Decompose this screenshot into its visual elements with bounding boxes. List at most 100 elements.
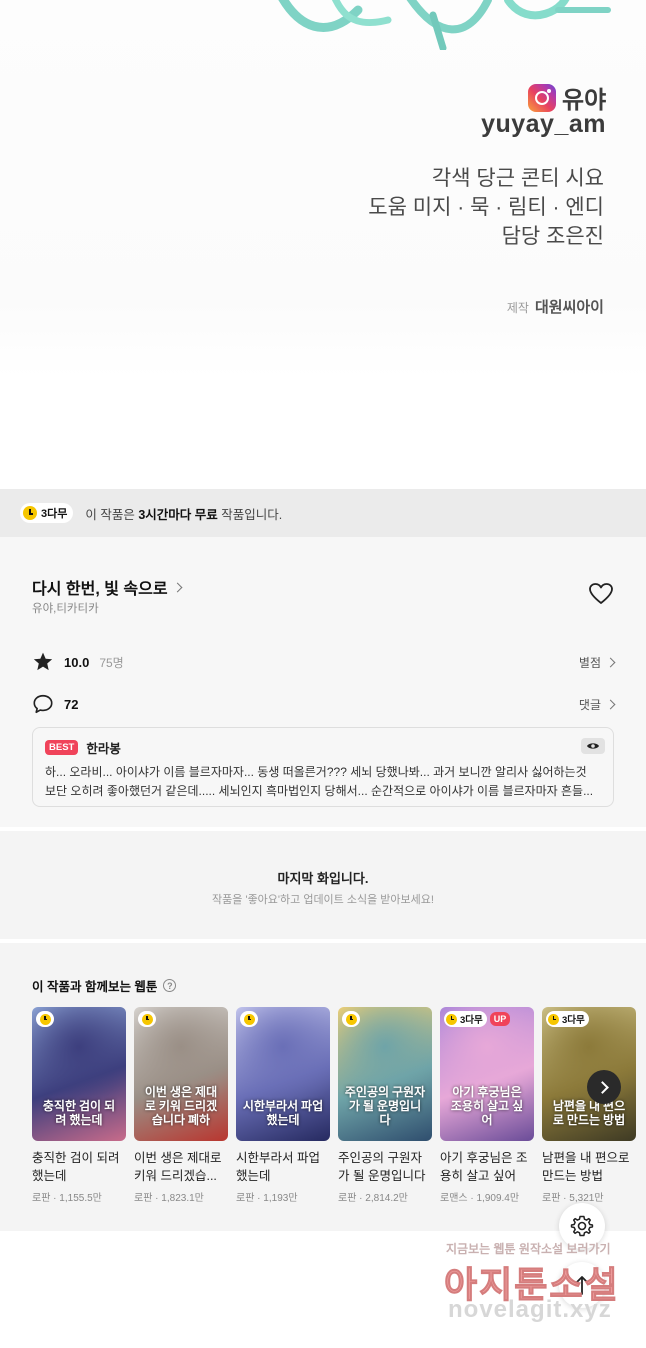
recommendation-meta: 로판 · 2,814.2만 <box>338 1189 432 1204</box>
meta-separator: · <box>356 1193 366 1204</box>
watermark-bottom: novelagit.xyz <box>448 1296 612 1323</box>
recommendations-section: 이 작품과 함께보는 웹툰 ? 충직한 검이 되려 했는데충직한 검이 되려 했… <box>0 943 646 1231</box>
recommendation-cover[interactable]: 3다무 UP 아기 후궁님은 조용히 살고 싶어 <box>440 1007 534 1141</box>
work-title-link[interactable]: 다시 한번, 빛 속으로 <box>32 575 182 599</box>
notice-highlight: 3시간마다 무료 <box>138 507 218 522</box>
recommendation-card[interactable]: 이번 생은 제대로 키워 드리겠습니다 폐하이번 생은 제대로 키워 드리겠습.… <box>134 1007 228 1204</box>
recommendation-cover[interactable]: 3다무남편을 내 편으로 만드는 방법 <box>542 1007 636 1141</box>
recommendation-meta: 로판 · 1,193만 <box>236 1189 330 1204</box>
clock-icon <box>39 1013 51 1025</box>
cover-title-art: 시한부라서 파업했는데 <box>242 1099 324 1127</box>
rating-link[interactable]: 별점 <box>579 654 616 671</box>
recommendation-card[interactable]: 충직한 검이 되려 했는데 충직한 검이 되려 했는데 로판 · 1,155.5만 <box>32 1007 126 1204</box>
clock-icon <box>446 1013 457 1025</box>
recommendation-genre: 로판 <box>338 1193 357 1204</box>
chevron-right-icon <box>596 1080 609 1094</box>
spoiler-toggle-button[interactable] <box>581 738 605 754</box>
cover-badges: 3다무 UP <box>444 1011 511 1027</box>
heart-icon[interactable] <box>588 582 614 606</box>
rating-link-label[interactable]: 별점 <box>579 654 601 671</box>
recommendation-views: 2,814.2만 <box>365 1193 408 1204</box>
instagram-id: yuyay_am <box>481 110 606 138</box>
recommendation-cover[interactable]: 주인공의 구원자가 될 운명입니다 <box>338 1007 432 1141</box>
notice-suffix: 작품입니다. <box>217 507 283 522</box>
cover-badges <box>240 1011 258 1027</box>
best-comment-line: 보단 오히려 좋아했던거 같은데..... 세뇌인지 흑마법인지 당해서... … <box>45 784 594 798</box>
recommendation-cover[interactable]: 이번 생은 제대로 키워 드리겠습니다 폐하 <box>134 1007 228 1141</box>
cover-badges <box>138 1011 156 1027</box>
work-info-section: 다시 한번, 빛 속으로 유야,티카티카 10.0 75명 별점 72 댓글 B… <box>0 537 646 827</box>
rating-row: 10.0 75명 별점 <box>32 651 616 673</box>
credit-line-adaptation: 각색 당근 콘티 시요 <box>431 167 604 190</box>
credit-line-assistants: 도움 미지 · 묵 · 림티 · 엔디 <box>368 196 604 219</box>
clock-badge <box>240 1011 258 1027</box>
recommendation-title[interactable]: 충직한 검이 되려 했는데 <box>32 1149 126 1185</box>
cover-title-art: 이번 생은 제대로 키워 드리겠습니다 폐하 <box>144 1085 218 1127</box>
watermark-top: 지금보는 웹툰 원작소설 보러가기 <box>446 1242 611 1256</box>
recommendation-views: 1,823.1만 <box>161 1193 204 1204</box>
up-badge: UP <box>489 1012 511 1026</box>
recommendation-card[interactable]: 주인공의 구원자가 될 운명입니다 주인공의 구원자가 될 운명입니다 로판 · 2… <box>338 1007 432 1204</box>
best-comment-author: 한라봉 <box>86 742 121 756</box>
recommendation-card[interactable]: 3다무 남편을 내 편으로 만드는 방법 남편을 내 편으로 만드는 방법 로판 · … <box>542 1007 636 1204</box>
free-notice-text: 이 작품은 3시간마다 무료 작품입니다. <box>85 504 282 523</box>
rating-count: 75명 <box>99 655 124 670</box>
chevron-right-icon <box>605 699 616 709</box>
best-comment-line: 하... 오라비... 아이샤가 이름 블르자마자... 동생 떠올른거??? … <box>45 765 587 779</box>
comments-link[interactable]: 댓글 <box>579 696 616 713</box>
recommendation-cover[interactable]: 시한부라서 파업했는데 <box>236 1007 330 1141</box>
chevron-right-icon <box>172 582 182 592</box>
recommendation-meta: 로맨스 · 1,909.4만 <box>440 1189 534 1204</box>
clock-badge <box>342 1011 360 1027</box>
best-comment-card[interactable]: BEST 한라봉 하... 오라비... 아이샤가 이름 블르자마자... 동생… <box>32 727 614 807</box>
wait-free-badge-label: 3다무 <box>41 508 68 520</box>
credits-panel: 유야 yuyay_am 각색 당근 콘티 시요 도움 미지 · 묵 · 림티 ·… <box>0 0 646 378</box>
cover-badges: 3다무 <box>546 1011 589 1027</box>
recommendation-meta: 로판 · 5,321만 <box>542 1189 636 1204</box>
recommendation-title[interactable]: 이번 생은 제대로 키워 드리겠습... <box>134 1149 228 1185</box>
recommendation-card[interactable]: 3다무 UP 아기 후궁님은 조용히 살고 싶어 아기 후궁님은 조용히 살고 싶어 로… <box>440 1007 534 1204</box>
wait-free-badge: 3다무 <box>20 503 74 523</box>
comment-count: 72 <box>64 696 79 712</box>
recommendation-views: 1,909.4만 <box>476 1193 520 1204</box>
cover-title-art: 남편을 내 편으로 만드는 방법 <box>552 1099 626 1127</box>
meta-separator: · <box>152 1193 162 1204</box>
comments-link-label[interactable]: 댓글 <box>579 696 601 713</box>
recommendation-views: 1,155.5만 <box>59 1193 102 1204</box>
recommendation-title[interactable]: 아기 후궁님은 조용히 살고 싶어 <box>440 1149 534 1185</box>
last-episode-subtitle: 작품을 '좋아요'하고 업데이트 소식을 받아보세요! <box>212 894 434 906</box>
recommendation-views: 5,321만 <box>569 1193 604 1204</box>
recommendation-card[interactable]: 시한부라서 파업했는데 시한부라서 파업했는데 로판 · 1,193만 <box>236 1007 330 1204</box>
recommendation-title[interactable]: 남편을 내 편으로 만드는 방법 <box>542 1149 636 1185</box>
recommendation-title[interactable]: 주인공의 구원자가 될 운명입니다 <box>338 1149 432 1185</box>
watermark: 지금보는 웹툰 원작소설 보러가기 아지툰소설 novelagit.xyz <box>440 1236 630 1332</box>
recommendation-genre: 로판 <box>236 1193 255 1204</box>
notice-prefix: 이 작품은 <box>85 507 139 522</box>
clock-icon <box>548 1013 559 1025</box>
help-icon[interactable]: ? <box>163 979 177 992</box>
wait-free-badge-label: 3다무 <box>562 1015 585 1026</box>
eye-icon <box>587 743 599 749</box>
gear-icon <box>570 1215 594 1237</box>
clock-badge <box>138 1011 156 1027</box>
recommendation-cover[interactable]: 충직한 검이 되려 했는데 <box>32 1007 126 1141</box>
meta-separator: · <box>560 1193 570 1204</box>
clock-icon <box>23 506 37 520</box>
production-label: 제작 <box>506 301 529 315</box>
wait-free-badge-label: 3다무 <box>460 1015 483 1026</box>
rating-value: 10.0 <box>64 654 90 670</box>
recommendation-meta: 로판 · 1,823.1만 <box>134 1189 228 1204</box>
clock-icon <box>243 1013 255 1025</box>
instagram-icon <box>528 83 556 112</box>
star-icon <box>33 652 53 671</box>
work-title[interactable]: 다시 한번, 빛 속으로 <box>32 575 168 599</box>
recommendations-title-text: 이 작품과 함께보는 웹툰 <box>32 980 158 994</box>
cover-title-art: 충직한 검이 되려 했는데 <box>42 1099 116 1127</box>
carousel-next-button[interactable] <box>587 1070 621 1104</box>
chevron-right-icon <box>605 657 616 667</box>
production-credit: 제작 대원씨아이 <box>507 296 604 317</box>
recommendation-title[interactable]: 시한부라서 파업했는데 <box>236 1149 330 1185</box>
wait-free-badge: 3다무 <box>546 1011 589 1027</box>
credit-line-editor: 담당 조은진 <box>501 225 604 248</box>
clock-icon <box>345 1013 357 1025</box>
